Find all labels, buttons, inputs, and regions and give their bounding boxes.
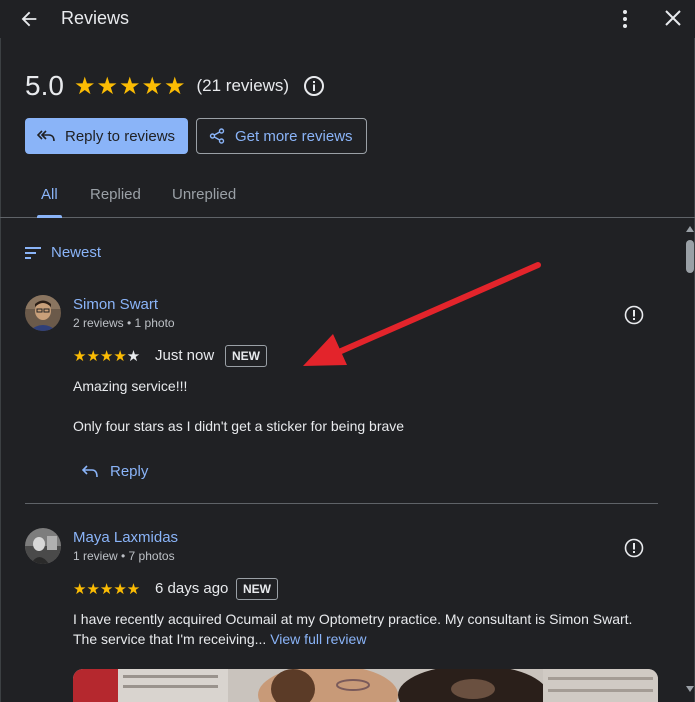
review-text: Amazing service!!!	[73, 378, 188, 394]
reply-all-icon	[37, 130, 55, 142]
review-text: I have recently acquired Ocumail at my O…	[73, 611, 633, 627]
panel-left-border	[0, 38, 1, 702]
reviewer-meta: 1 review • 7 photos	[73, 549, 175, 563]
more-vert-icon[interactable]	[615, 8, 635, 30]
review-text: Only four stars as I didn't get a sticke…	[73, 418, 405, 434]
reply-to-reviews-button[interactable]: Reply to reviews	[25, 118, 188, 154]
review-time: 6 days ago	[155, 580, 229, 597]
reply-to-reviews-label: Reply to reviews	[65, 127, 176, 145]
get-more-reviews-button[interactable]: Get more reviews	[196, 118, 367, 154]
reply-label: Reply	[110, 463, 149, 480]
tab-replied[interactable]: Replied	[90, 186, 141, 203]
reviewer-name[interactable]: Simon Swart	[73, 296, 158, 313]
page-title: Reviews	[61, 8, 130, 28]
new-badge: NEW	[236, 578, 278, 600]
review-stars: ★★★★★	[73, 580, 140, 598]
new-badge: NEW	[225, 345, 267, 367]
review-stars: ★★★★★	[73, 347, 140, 365]
review-text-truncated: The service that I'm receiving... View f…	[73, 629, 366, 649]
reply-icon	[82, 465, 98, 478]
review-count: (21 reviews)	[196, 76, 290, 95]
avatar[interactable]	[25, 295, 61, 331]
sort-icon	[25, 246, 41, 259]
share-icon	[209, 128, 225, 144]
review-text: The service that I'm receiving...	[73, 631, 267, 647]
scroll-down-arrow-icon[interactable]	[686, 686, 694, 692]
tab-unreplied[interactable]: Unreplied	[172, 186, 236, 203]
info-icon[interactable]	[303, 75, 325, 97]
review-photo[interactable]	[73, 669, 658, 702]
scrollbar[interactable]	[683, 222, 695, 702]
reviewer-meta: 2 reviews • 1 photo	[73, 316, 175, 330]
back-arrow-icon[interactable]	[18, 8, 40, 30]
top-bar: Reviews	[0, 0, 695, 38]
scrollbar-thumb[interactable]	[686, 240, 694, 273]
scroll-up-arrow-icon[interactable]	[686, 226, 694, 232]
filled-stars: ★★★★★	[73, 581, 141, 598]
view-full-review-link[interactable]: View full review	[270, 631, 366, 647]
rating-stars: ★★★★★	[73, 72, 187, 100]
tab-all[interactable]: All	[41, 186, 58, 203]
divider	[25, 503, 658, 504]
reviewer-name[interactable]: Maya Laxmidas	[73, 529, 178, 546]
get-more-reviews-label: Get more reviews	[235, 127, 353, 145]
sort-button[interactable]: Newest	[25, 244, 101, 261]
active-tab-indicator	[37, 215, 62, 218]
report-icon[interactable]	[623, 304, 645, 326]
close-icon[interactable]	[663, 8, 683, 28]
report-icon[interactable]	[623, 537, 645, 559]
review-tabs: All Replied Unreplied	[0, 176, 695, 218]
avatar[interactable]	[25, 528, 61, 564]
empty-stars: ★	[126, 348, 141, 365]
sort-label: Newest	[51, 244, 102, 261]
reply-button[interactable]: Reply	[82, 463, 148, 480]
review-time: Just now	[155, 347, 215, 364]
rating-score: 5.0	[25, 70, 64, 101]
filled-stars: ★★★★	[73, 348, 127, 365]
rating-summary: 5.0 ★★★★★ (21 reviews)	[25, 68, 325, 104]
